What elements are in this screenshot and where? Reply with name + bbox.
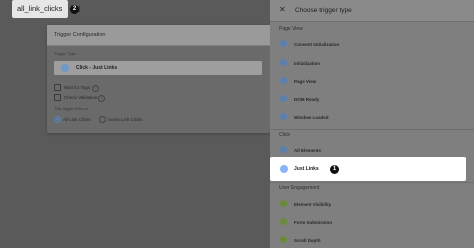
fires-on-label: This trigger fires on: [54, 106, 89, 111]
all-link-clicks-radio[interactable]: [54, 116, 61, 123]
scroll-icon: [280, 236, 287, 243]
some-link-clicks-radio[interactable]: [99, 116, 106, 123]
trigger-item-label: All Elements: [294, 148, 322, 153]
click-trigger-icon: [61, 64, 69, 72]
form-icon: [280, 218, 287, 225]
trigger-item-label: Element Visibility: [294, 202, 332, 207]
eye-icon: [280, 59, 287, 66]
section-page-view: Page View: [279, 26, 303, 32]
section-user-engagement: User Engagement: [279, 185, 320, 191]
trigger-item-just-links[interactable]: Just Links: [270, 157, 466, 181]
tag-name-text: all_link_clicks: [17, 4, 63, 13]
trigger-item-label: DOM Ready: [294, 97, 320, 102]
trigger-item-label: Page View: [294, 79, 317, 84]
panel-title: Choose trigger type: [295, 7, 352, 14]
eye-icon: [280, 40, 287, 47]
help-icon[interactable]: ?: [92, 85, 99, 92]
some-link-clicks-label: Some Link Clicks: [108, 117, 143, 122]
tag-name-field[interactable]: all_link_clicks: [12, 0, 80, 18]
choose-trigger-type-panel: ✕ Choose trigger type Page View Consent …: [270, 0, 474, 248]
section-click: Click: [279, 132, 290, 138]
card-header: Trigger Configuration: [47, 25, 270, 46]
check-validation-label: Check Validation: [64, 95, 98, 100]
help-icon[interactable]: ?: [98, 95, 105, 102]
cursor-icon: [280, 146, 287, 153]
step-badge-1: 1: [330, 165, 339, 174]
step-badge-2: 2: [70, 5, 79, 14]
trigger-item-label: Just Links: [294, 166, 319, 172]
trigger-type-selector[interactable]: Click - Just Links: [54, 61, 262, 75]
trigger-type-label: Trigger Type: [54, 51, 77, 56]
all-link-clicks-label: All Link Clicks: [63, 117, 91, 122]
trigger-item-label: Window Loaded: [294, 115, 329, 120]
divider: [270, 182, 474, 183]
divider: [270, 129, 474, 130]
eye-icon: [280, 77, 287, 84]
trigger-item-label: Form Submission: [294, 220, 333, 225]
trigger-item-label: Consent Initialization: [294, 42, 340, 47]
trigger-type-value: Click - Just Links: [76, 65, 118, 71]
visibility-icon: [280, 200, 287, 207]
card-title: Trigger Configuration: [54, 32, 106, 38]
link-icon: [280, 165, 288, 173]
trigger-item-label: Initialization: [294, 61, 321, 66]
trigger-configuration-card: Trigger Configuration Trigger Type Click…: [47, 25, 270, 133]
eye-icon: [280, 113, 287, 120]
wait-for-tags-label: Wait for Tags: [64, 85, 91, 90]
check-validation-checkbox[interactable]: [54, 94, 61, 101]
eye-icon: [280, 95, 287, 102]
wait-for-tags-checkbox[interactable]: [54, 84, 61, 91]
close-icon[interactable]: ✕: [279, 5, 286, 14]
panel-header: ✕ Choose trigger type: [270, 0, 474, 22]
trigger-item-label: Scroll Depth: [294, 238, 321, 243]
